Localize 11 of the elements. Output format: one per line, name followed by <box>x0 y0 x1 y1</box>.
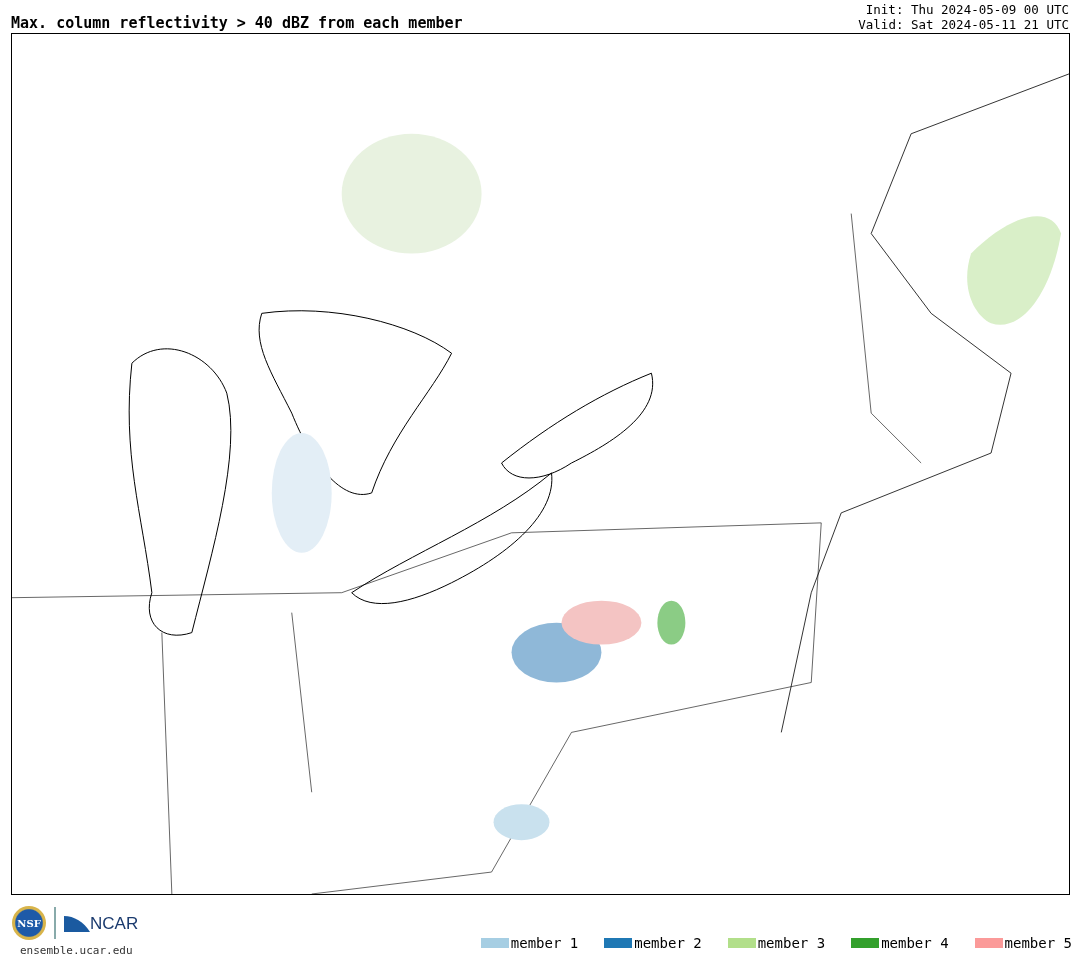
legend-label: member 4 <box>881 935 949 951</box>
run-time-label: Init: Thu 2024-05-09 00 UTC <box>865 2 1069 17</box>
website-url: ensemble.ucar.edu <box>19 944 134 957</box>
legend-label: member 3 <box>757 935 826 951</box>
nsf-logo: NSF <box>12 906 46 940</box>
ncar-logo: NCAR <box>64 914 139 932</box>
map-title: Max. column reflectivity > 40 dBZ from each member <box>11 14 463 32</box>
legend-label: member 2 <box>634 935 702 951</box>
legend-label: member 1 <box>510 935 579 951</box>
legend-label: member 5 <box>1004 935 1072 951</box>
run-time-label: Valid: Sat 2024-05-11 21 UTC <box>858 17 1069 32</box>
